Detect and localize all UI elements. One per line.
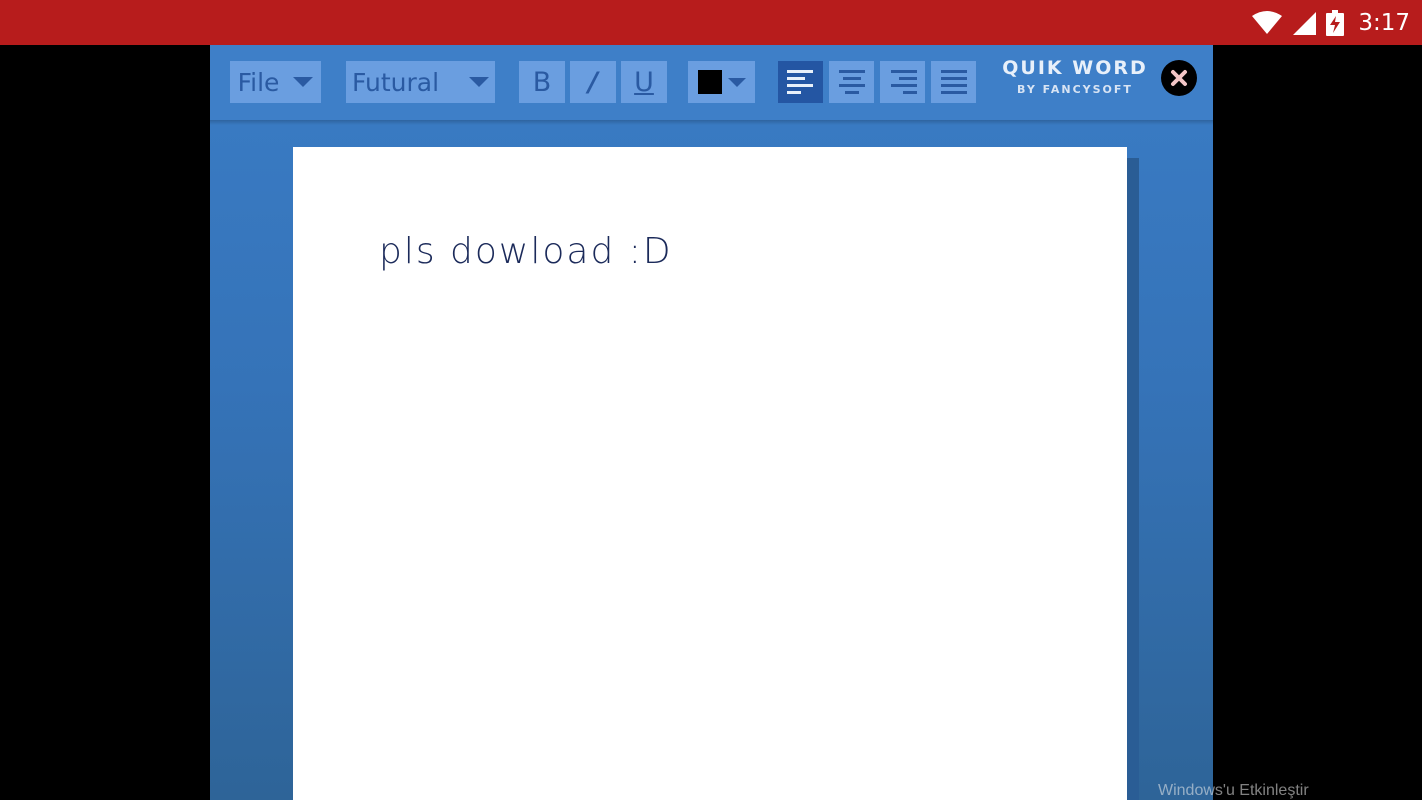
quik-word-app: File Futural B / U QUIK WORD BY FANCYSOF… bbox=[210, 45, 1213, 800]
brand-logo: QUIK WORD BY FANCYSOFT bbox=[1000, 57, 1150, 96]
brand-subtitle: BY FANCYSOFT bbox=[1017, 83, 1133, 96]
align-center-button[interactable] bbox=[829, 61, 874, 103]
italic-button[interactable]: / bbox=[570, 61, 616, 103]
align-right-icon bbox=[890, 70, 917, 94]
underline-label: U bbox=[634, 66, 654, 98]
underline-button[interactable]: U bbox=[621, 61, 667, 103]
file-menu-button[interactable]: File bbox=[230, 61, 321, 103]
document-page[interactable]: pls dowload :D bbox=[293, 147, 1127, 800]
chevron-down-icon bbox=[727, 77, 746, 87]
file-menu-label: File bbox=[237, 67, 280, 97]
wifi-icon bbox=[1252, 10, 1283, 35]
italic-label: / bbox=[588, 66, 598, 98]
activation-watermark: Windows'u Etkinleştir bbox=[1158, 782, 1309, 799]
status-icons: 3:17 bbox=[1252, 0, 1410, 45]
document-text[interactable]: pls dowload :D bbox=[379, 231, 673, 272]
chevron-down-icon bbox=[469, 77, 490, 87]
clock: 3:17 bbox=[1358, 9, 1410, 36]
toolbar-shadow bbox=[210, 120, 1213, 125]
align-justify-button[interactable] bbox=[931, 61, 976, 103]
align-justify-icon bbox=[940, 70, 967, 94]
align-left-button[interactable] bbox=[778, 61, 823, 103]
toolbar: File Futural B / U QUIK WORD BY FANCYSOF… bbox=[210, 45, 1213, 120]
font-select-value: Futural bbox=[351, 67, 440, 97]
close-icon bbox=[1171, 70, 1187, 86]
text-color-picker[interactable] bbox=[688, 61, 755, 103]
battery-charging-icon bbox=[1326, 9, 1345, 36]
align-center-icon bbox=[838, 70, 865, 94]
chevron-down-icon bbox=[293, 77, 314, 87]
color-swatch bbox=[697, 70, 722, 94]
align-left-icon bbox=[786, 70, 813, 94]
bold-label: B bbox=[532, 66, 552, 98]
cell-signal-icon bbox=[1292, 11, 1317, 35]
align-right-button[interactable] bbox=[880, 61, 925, 103]
brand-title: QUIK WORD bbox=[1002, 57, 1148, 79]
close-button[interactable] bbox=[1161, 60, 1197, 96]
status-bar: 3:17 bbox=[0, 0, 1422, 45]
font-select[interactable]: Futural bbox=[346, 61, 495, 103]
bold-button[interactable]: B bbox=[519, 61, 565, 103]
